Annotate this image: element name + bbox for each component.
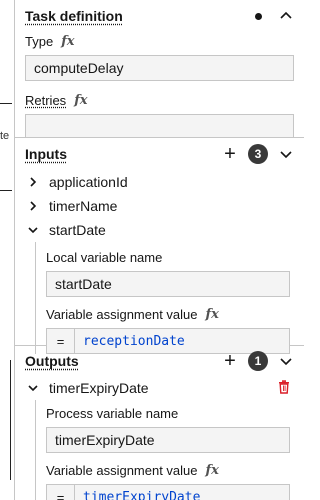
input-assignment-label: Variable assignment value fx <box>46 307 304 322</box>
feel-expression-icon[interactable]: fx <box>61 34 74 49</box>
local-variable-label: Local variable name <box>46 250 163 265</box>
properties-panel: Task definition Type fx computeDelay Ret… <box>14 0 304 500</box>
add-output-button[interactable]: + <box>222 351 238 371</box>
local-variable-input[interactable]: startDate <box>46 271 290 297</box>
diagram-connector <box>0 103 12 104</box>
process-variable-input[interactable]: timerExpiryDate <box>46 427 290 453</box>
output-timerExpiryDate-details: Process variable name timerExpiryDate Va… <box>35 400 304 500</box>
chevron-right-icon[interactable] <box>25 198 41 214</box>
diagram-connector <box>10 360 11 480</box>
chevron-up-icon[interactable] <box>278 8 294 24</box>
output-assignment-value[interactable]: timerExpiryDate <box>75 490 200 500</box>
inputs-header[interactable]: Inputs + 3 <box>15 138 304 170</box>
input-item-startDate[interactable]: startDate <box>15 218 304 242</box>
inputs-title: Inputs <box>25 146 67 162</box>
task-definition-header[interactable]: Task definition <box>15 0 304 32</box>
retries-input[interactable] <box>25 114 294 138</box>
output-assignment-feel-editor[interactable]: = timerExpiryDate <box>46 484 290 500</box>
outputs-title: Outputs <box>25 353 79 369</box>
chevron-right-icon[interactable] <box>25 174 41 190</box>
retries-label-text: Retries <box>25 93 67 108</box>
type-label-text: Type <box>25 34 54 49</box>
output-assignment-label: Variable assignment value fx <box>46 463 304 478</box>
feel-expression-icon[interactable]: fx <box>206 307 219 322</box>
feel-expression-icon[interactable]: fx <box>74 93 87 108</box>
output-item-timerExpiryDate[interactable]: timerExpiryDate <box>15 376 304 400</box>
process-variable-label: Process variable name <box>46 406 179 421</box>
retries-field-label: Retries fx <box>25 93 294 108</box>
input-item-timerName[interactable]: timerName <box>15 194 304 218</box>
chevron-down-icon[interactable] <box>25 380 41 396</box>
diagram-canvas[interactable]: te <box>0 0 14 500</box>
inputs-count-badge: 3 <box>248 144 268 164</box>
input-item-applicationId[interactable]: applicationId <box>15 170 304 194</box>
assignment-label-text: Variable assignment value <box>46 463 198 478</box>
chevron-down-icon[interactable] <box>278 353 294 369</box>
input-item-label: timerName <box>49 198 118 214</box>
feel-equals-sign: = <box>47 485 75 500</box>
outputs-header[interactable]: Outputs + 1 <box>15 346 304 376</box>
trash-icon[interactable] <box>278 379 290 397</box>
input-item-label: applicationId <box>49 174 128 190</box>
input-item-label: startDate <box>49 222 106 238</box>
outputs-count-badge: 1 <box>248 351 268 371</box>
assignment-label-text: Variable assignment value <box>46 307 198 322</box>
output-item-label: timerExpiryDate <box>49 380 149 396</box>
task-definition-group: Task definition Type fx computeDelay Ret… <box>15 0 304 138</box>
chevron-down-icon[interactable] <box>25 222 41 238</box>
diagram-connector <box>0 190 12 191</box>
type-input[interactable]: computeDelay <box>25 55 294 81</box>
type-field-label: Type fx <box>25 34 294 49</box>
task-definition-title: Task definition <box>25 8 123 24</box>
feel-expression-icon[interactable]: fx <box>206 463 219 478</box>
add-input-button[interactable]: + <box>222 144 238 164</box>
chevron-up-icon[interactable] <box>278 146 294 162</box>
outputs-group: Outputs + 1 timerExpiryDate Process vari… <box>15 346 304 500</box>
modified-indicator-icon <box>255 12 262 20</box>
input-startDate-details: Local variable name startDate Variable a… <box>35 242 304 354</box>
inputs-group: Inputs + 3 applicationId timerName start… <box>15 138 304 354</box>
diagram-element-label: te <box>0 130 10 142</box>
